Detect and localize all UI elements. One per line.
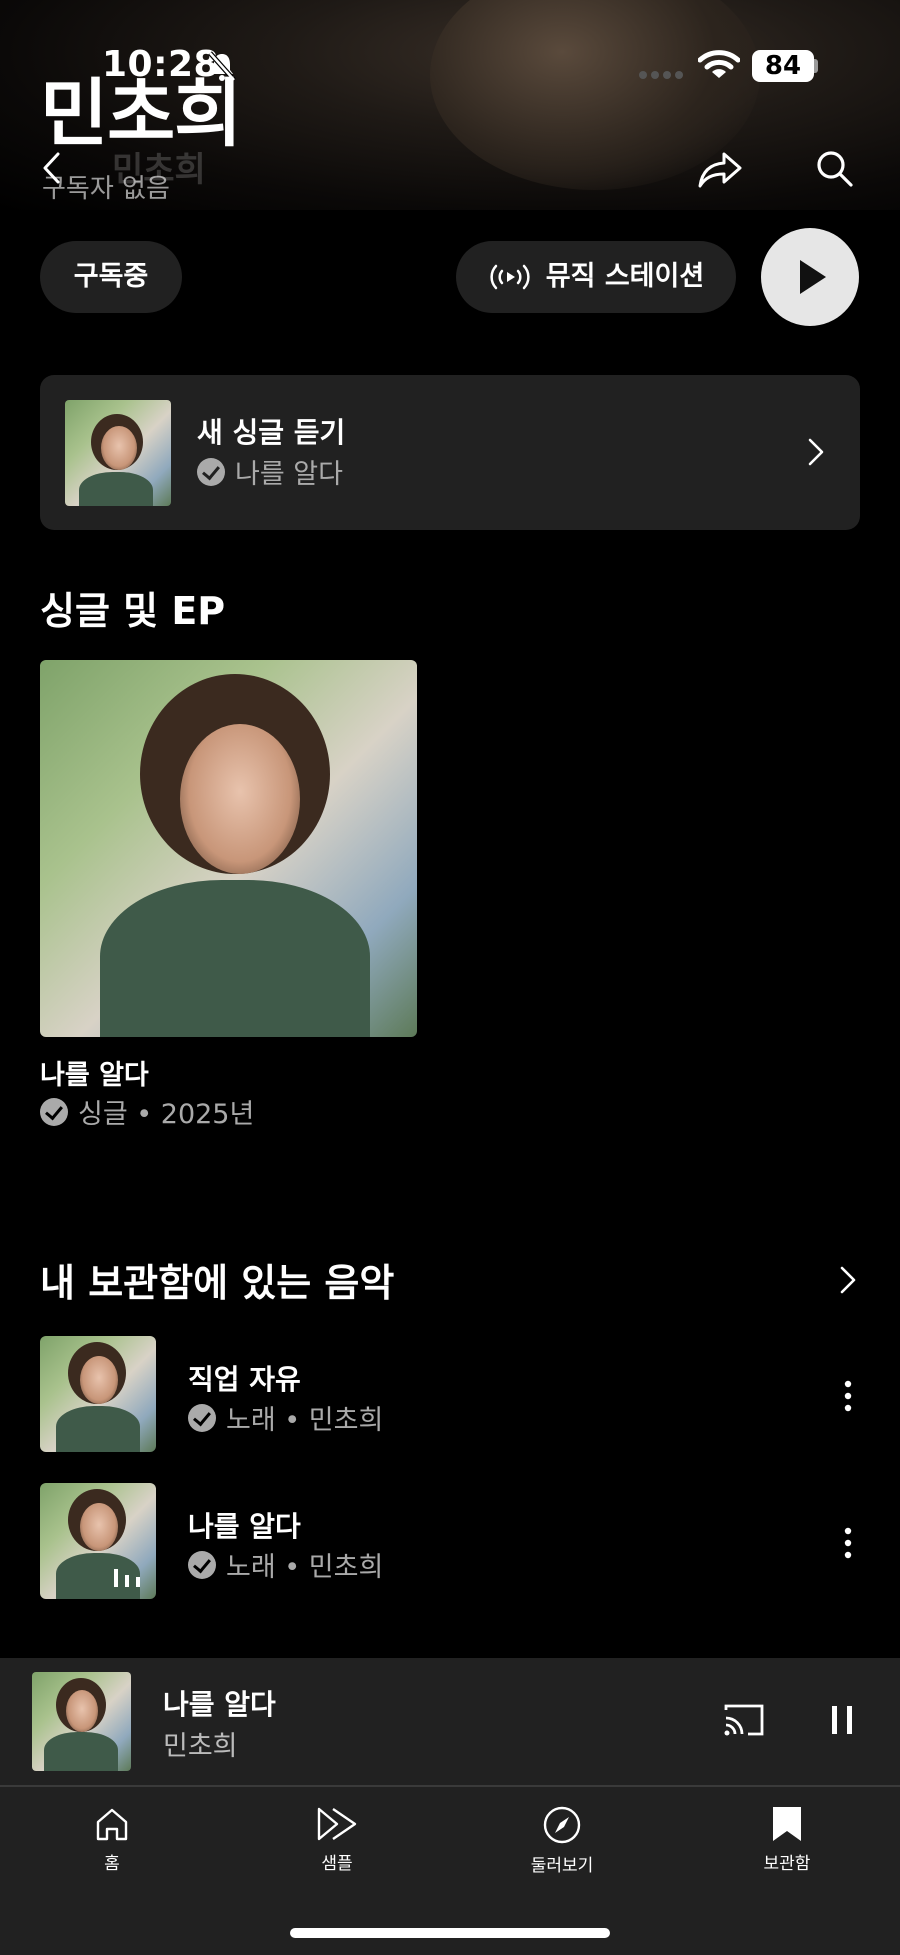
subscribe-button[interactable]: 구독중: [40, 241, 182, 313]
cellular-signal-icon: [639, 71, 683, 79]
song-meta: 노래 • 민초희: [188, 1545, 383, 1584]
library-song-row[interactable]: 직업 자유 노래 • 민초희: [0, 1336, 900, 1454]
song-meta: 노래 • 민초희: [188, 1398, 383, 1437]
pause-icon[interactable]: [830, 1704, 854, 1736]
tab-home-label: 홈: [104, 1854, 120, 1874]
now-playing-artist: 민초희: [163, 1731, 238, 1762]
tab-explore[interactable]: 둘러보기: [487, 1805, 637, 1876]
song-meta-text: 노래 • 민초희: [226, 1405, 384, 1436]
explore-icon: [543, 1806, 581, 1844]
cast-icon[interactable]: [722, 1702, 766, 1738]
samples-icon: [317, 1807, 357, 1841]
chevron-right-icon: [808, 438, 824, 466]
song-title: 직업 자유: [188, 1363, 301, 1396]
verified-check-icon: [40, 1097, 68, 1126]
home-indicator: [290, 1928, 610, 1938]
play-icon: [800, 260, 826, 294]
new-single-song: 나를 알다: [235, 459, 343, 490]
album-cover[interactable]: [40, 660, 417, 1037]
chevron-right-icon[interactable]: [838, 1265, 858, 1295]
tab-home[interactable]: 홈: [37, 1805, 187, 1874]
music-station-button[interactable]: 뮤직 스테이션: [456, 241, 736, 313]
song-thumbnail: [40, 1336, 156, 1452]
new-single-subtitle: 나를 알다: [197, 452, 343, 491]
wifi-icon: [698, 50, 740, 78]
battery-indicator: 84: [752, 50, 814, 82]
tab-samples-label: 샘플: [321, 1854, 353, 1874]
play-all-button[interactable]: [761, 228, 859, 326]
home-icon: [96, 1808, 128, 1841]
verified-check-icon: [197, 457, 225, 486]
music-station-label: 뮤직 스테이션: [545, 261, 705, 292]
now-playing-equalizer-icon: [114, 1569, 140, 1587]
album-meta-text: 싱글 • 2025년: [78, 1099, 255, 1130]
battery-cap: [814, 59, 818, 73]
singles-section-title: 싱글 및 EP: [40, 589, 226, 633]
more-options-icon[interactable]: [838, 1523, 858, 1563]
library-icon: [773, 1807, 801, 1841]
tab-library-label: 보관함: [763, 1854, 811, 1874]
subscriber-count: 구독자 없음: [42, 174, 170, 204]
song-title: 나를 알다: [188, 1510, 301, 1543]
new-single-title: 새 싱글 듣기: [197, 416, 346, 449]
mini-player[interactable]: 나를 알다 민초희: [0, 1658, 900, 1786]
library-section-title[interactable]: 내 보관함에 있는 음악: [40, 1252, 394, 1307]
verified-check-icon: [188, 1403, 216, 1432]
song-meta-text: 노래 • 민초희: [226, 1552, 384, 1583]
new-single-thumbnail: [65, 400, 171, 506]
verified-check-icon: [188, 1550, 216, 1579]
radio-icon: [490, 264, 530, 290]
new-single-card[interactable]: 새 싱글 듣기 나를 알다: [40, 375, 860, 530]
share-icon[interactable]: [696, 150, 744, 190]
tab-samples[interactable]: 샘플: [262, 1805, 412, 1874]
album-title[interactable]: 나를 알다: [40, 1053, 149, 1092]
song-thumbnail: [40, 1483, 156, 1599]
now-playing-title: 나를 알다: [163, 1688, 276, 1721]
tab-library[interactable]: 보관함: [712, 1805, 862, 1874]
album-meta: 싱글 • 2025년: [40, 1092, 254, 1131]
now-playing-thumbnail: [32, 1672, 131, 1771]
more-options-icon[interactable]: [838, 1376, 858, 1416]
library-song-row[interactable]: 나를 알다 노래 • 민초희: [0, 1483, 900, 1601]
search-icon[interactable]: [814, 148, 854, 188]
tab-explore-label: 둘러보기: [530, 1856, 594, 1876]
